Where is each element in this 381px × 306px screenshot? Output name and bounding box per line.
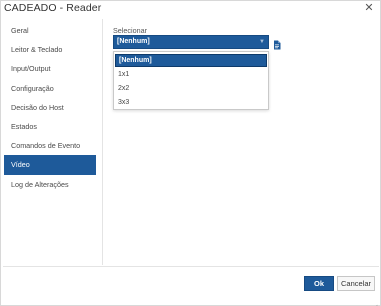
sidebar-item-geral[interactable]: Geral: [4, 21, 96, 40]
chevron-down-icon: ▼: [259, 39, 265, 45]
footer-divider: [3, 266, 379, 267]
window-title: CADEADO - Reader: [4, 2, 102, 14]
sidebar-item-decisao-host[interactable]: Decisão do Host: [4, 98, 96, 117]
dropdown-option-1x1[interactable]: 1x1: [115, 68, 267, 81]
select-dropdown-list: [Nenhum] 1x1 2x2 3x3: [113, 51, 269, 110]
select-label: Selecionar: [113, 26, 147, 35]
dropdown-option-nenhum[interactable]: [Nenhum]: [115, 54, 267, 67]
dropdown-option-3x3[interactable]: 3x3: [115, 96, 267, 109]
cancel-button[interactable]: Cancelar: [337, 276, 375, 291]
video-layout-select[interactable]: [Nenhum] ▼: [113, 35, 269, 49]
sidebar-item-comandos-evento[interactable]: Comandos de Evento: [4, 136, 96, 155]
close-icon[interactable]: ✕: [363, 2, 375, 14]
sidebar-item-estados[interactable]: Estados: [4, 117, 96, 136]
select-value: [Nenhum]: [117, 38, 150, 45]
sidebar-item-log-alteracoes[interactable]: Log de Alterações: [4, 175, 96, 194]
ok-button[interactable]: Ok: [304, 276, 334, 291]
sidebar-nav: Geral Leitor & Teclado Input/Output Conf…: [4, 21, 96, 194]
sidebar-item-input-output[interactable]: Input/Output: [4, 59, 96, 78]
dialog-window: CADEADO - Reader ✕ Geral Leitor & Teclad…: [0, 0, 381, 306]
title-bar: CADEADO - Reader ✕: [1, 1, 380, 18]
sidebar-divider: [102, 19, 103, 265]
sidebar-item-configuracao[interactable]: Configuração: [4, 79, 96, 98]
sidebar-item-video[interactable]: Vídeo: [4, 155, 96, 175]
document-icon[interactable]: [272, 37, 282, 50]
sidebar-item-leitor-teclado[interactable]: Leitor & Teclado: [4, 40, 96, 59]
resize-grip-icon[interactable]: [372, 297, 378, 306]
dropdown-option-2x2[interactable]: 2x2: [115, 82, 267, 95]
